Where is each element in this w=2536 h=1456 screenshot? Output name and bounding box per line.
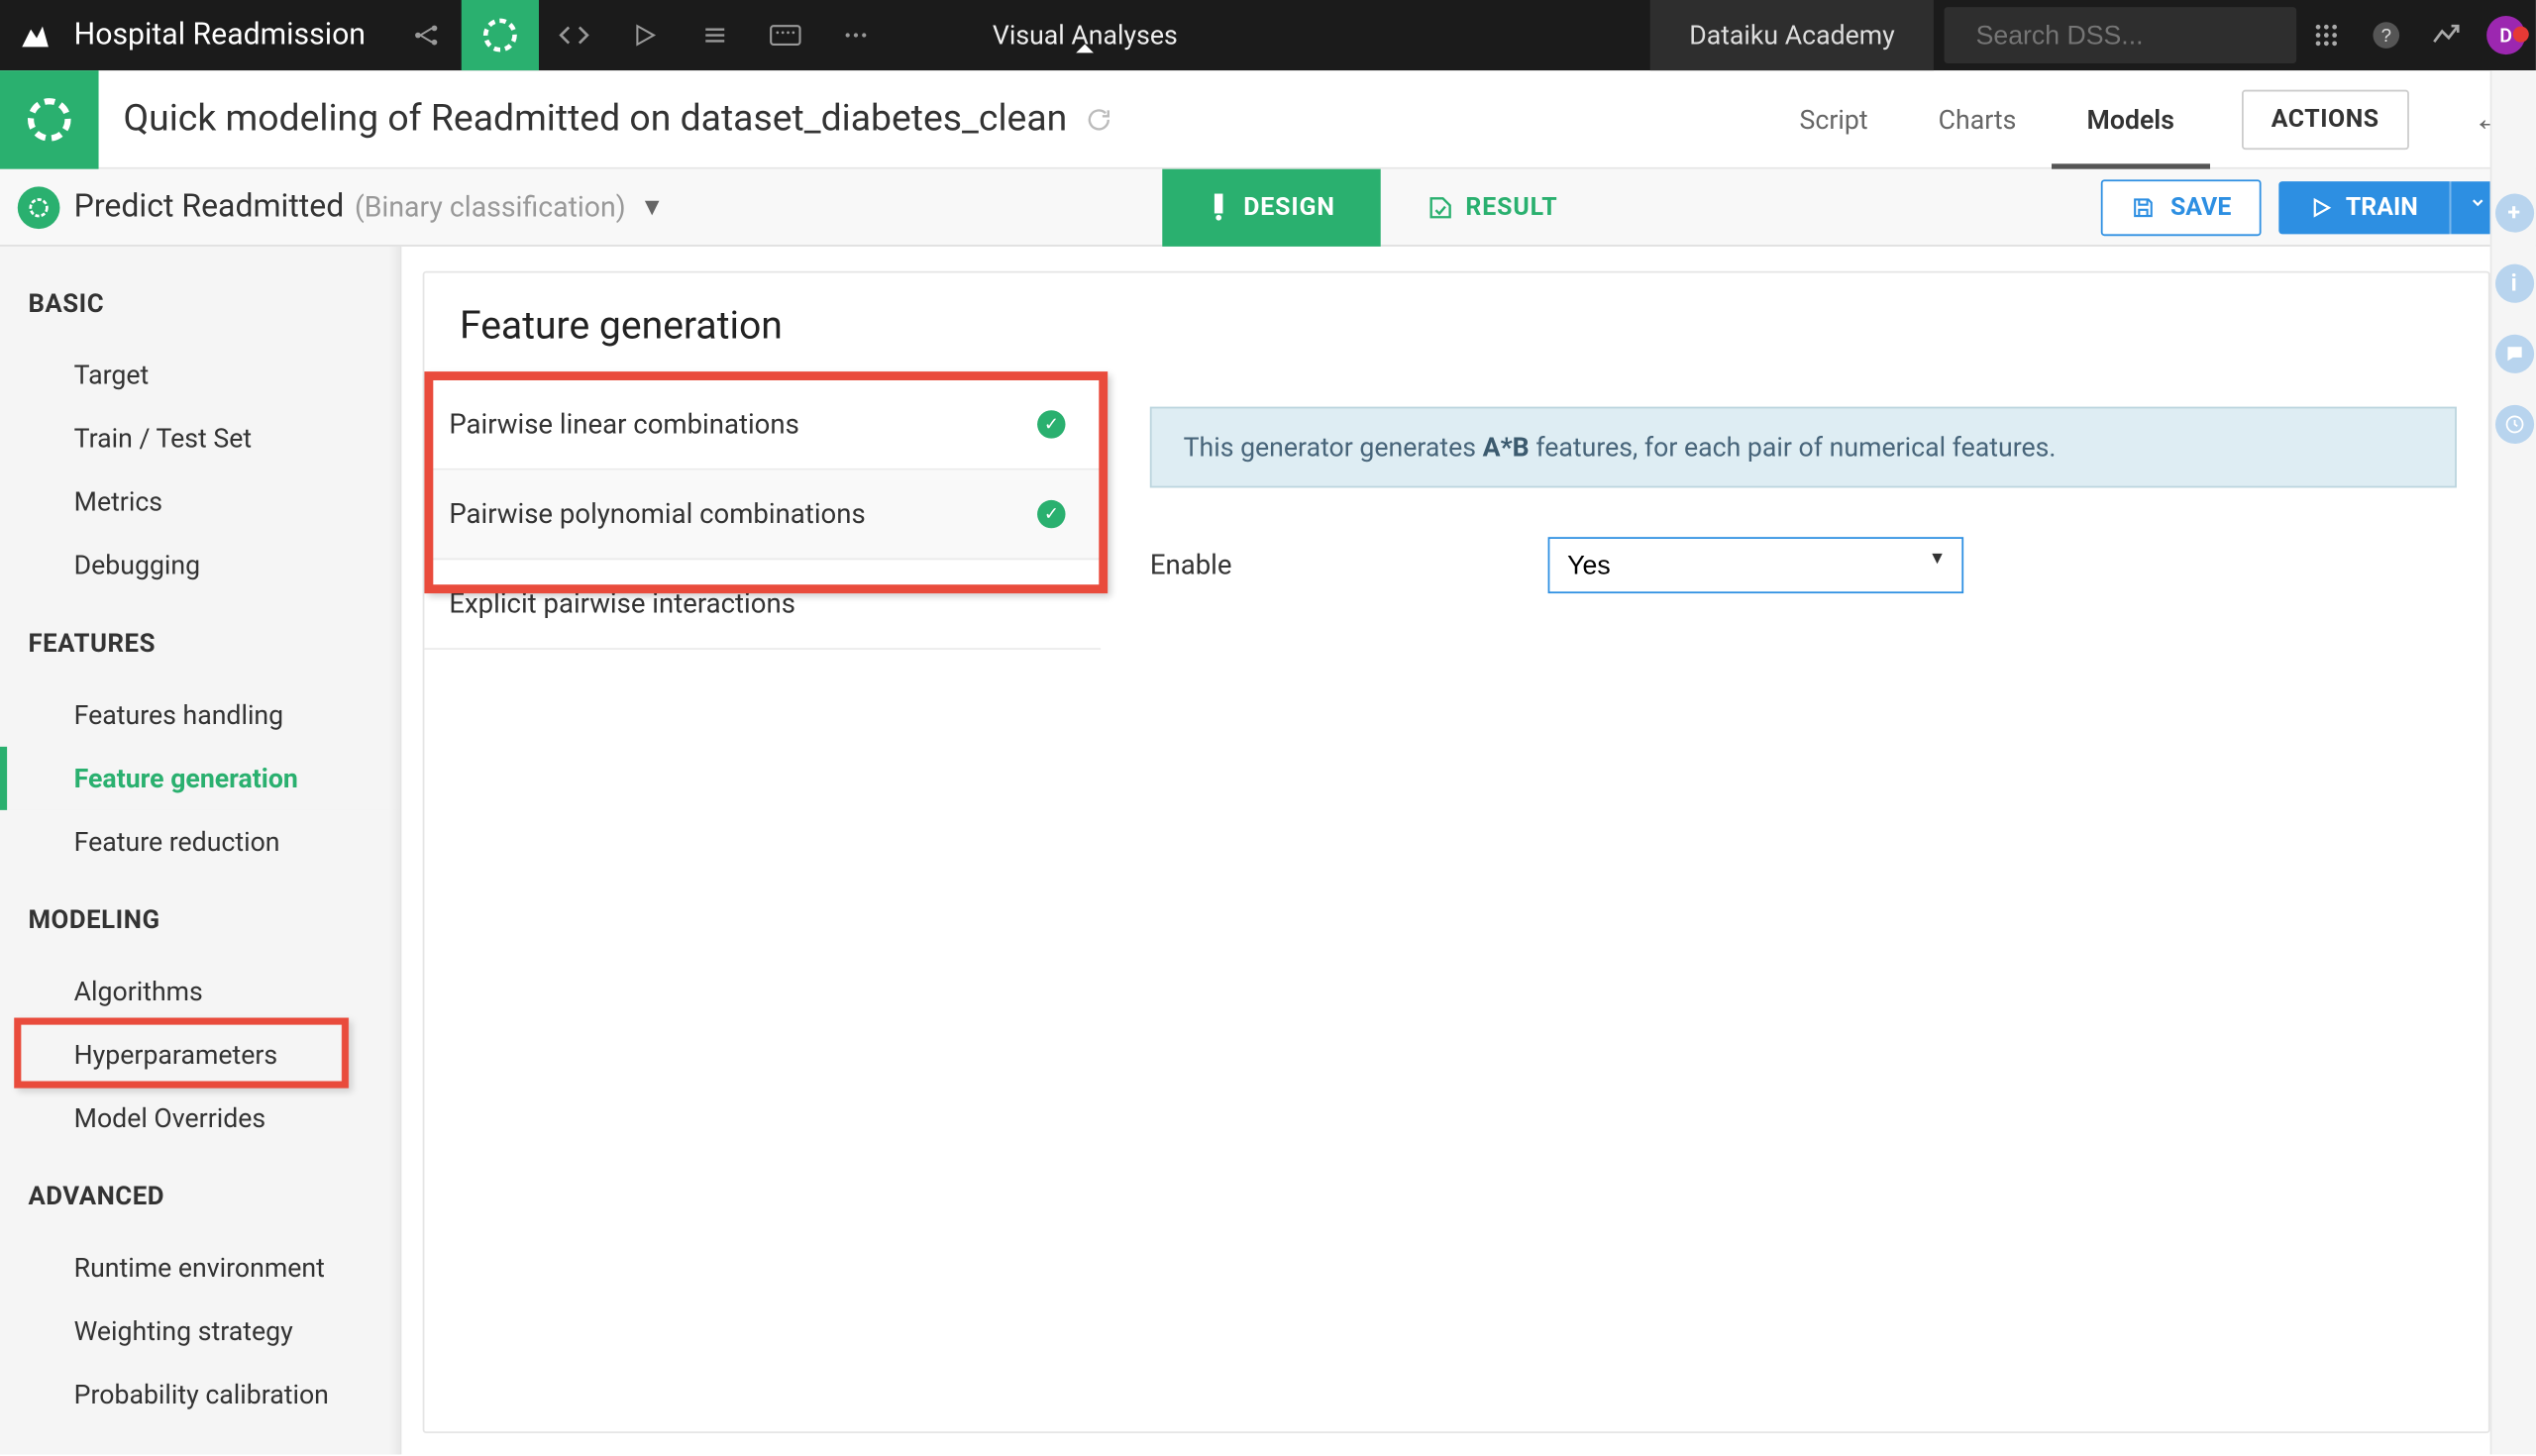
predict-icon (18, 186, 60, 229)
panel-title: Feature generation (424, 273, 2487, 380)
predict-caret-icon[interactable]: ▼ (640, 192, 665, 222)
sidebar-item-runtime-env[interactable]: Runtime environment (0, 1236, 400, 1300)
generator-poly-label: Pairwise polynomial combinations (449, 498, 865, 530)
academy-link[interactable]: Dataiku Academy (1650, 0, 1934, 70)
panel: Feature generation Pairwise linear combi… (423, 271, 2490, 1433)
actions-button[interactable]: ACTIONS (2242, 89, 2409, 149)
info-bold: A*B (1483, 432, 1530, 464)
topbar: Hospital Readmission Visual Analyses Dat… (0, 0, 2536, 70)
train-label: TRAIN (2346, 193, 2418, 221)
sidebar-item-metrics[interactable]: Metrics (0, 470, 400, 534)
info-post: features, for each pair of numerical fea… (1530, 432, 2057, 464)
enable-select[interactable]: Yes (1548, 537, 1964, 593)
tab-models[interactable]: Models (2052, 69, 2210, 168)
generator-list: Pairwise linear combinations ✓ Pairwise … (424, 380, 1101, 650)
info-pre: This generator generates (1184, 432, 1483, 464)
svg-text:?: ? (2381, 25, 2391, 46)
search-input[interactable] (1976, 20, 2327, 50)
generator-linear-label: Pairwise linear combinations (449, 408, 799, 440)
train-button[interactable]: TRAIN (2278, 180, 2449, 233)
sidebar-section-modeling: MODELING (0, 905, 400, 960)
notification-dot-icon (2513, 27, 2529, 43)
generator-explicit-label: Explicit pairwise interactions (449, 588, 795, 620)
enable-label: Enable (1150, 550, 1548, 581)
generator-linear[interactable]: Pairwise linear combinations ✓ (424, 380, 1101, 470)
rail-chat-icon[interactable] (2494, 335, 2533, 373)
subbar: Predict Readmitted (Binary classificatio… (0, 169, 2536, 247)
content: Feature generation Pairwise linear combi… (401, 247, 2489, 1455)
sidebar-item-weighting[interactable]: Weighting strategy (0, 1300, 400, 1363)
search-box[interactable] (1945, 7, 2297, 63)
page-title: Quick modeling of Readmitted on dataset_… (99, 98, 1068, 141)
rail-info-icon[interactable]: i (2494, 264, 2533, 303)
project-name[interactable]: Hospital Readmission (70, 18, 390, 53)
sidebar: BASIC Target Train / Test Set Metrics De… (0, 247, 401, 1455)
save-label: SAVE (2170, 193, 2231, 221)
sidebar-item-model-overrides[interactable]: Model Overrides (0, 1087, 400, 1150)
titlebar: Quick modeling of Readmitted on dataset_… (0, 70, 2536, 169)
sidebar-item-train-test[interactable]: Train / Test Set (0, 407, 400, 470)
recipe-icon[interactable] (461, 0, 538, 70)
flow-icon[interactable] (390, 0, 461, 70)
rail-add-icon[interactable]: + (2494, 194, 2533, 233)
more-icon[interactable] (820, 0, 891, 70)
sidebar-section-advanced: ADVANCED (0, 1182, 400, 1236)
sidebar-section-features: FEATURES (0, 629, 400, 683)
generator-detail: This generator generates A*B features, f… (1150, 407, 2457, 593)
tab-script[interactable]: Script (1764, 69, 1903, 168)
right-rail: + i (2490, 70, 2536, 1454)
refresh-icon[interactable] (1085, 105, 1112, 133)
rail-clock-icon[interactable] (2494, 405, 2533, 444)
generator-explicit[interactable]: Explicit pairwise interactions (424, 560, 1101, 650)
check-icon: ✓ (1037, 410, 1065, 438)
predict-subtitle: (Binary classification) (355, 190, 626, 224)
predict-title: Predict Readmitted (74, 188, 345, 225)
code-icon[interactable] (538, 0, 608, 70)
play-icon[interactable] (608, 0, 679, 70)
generator-poly[interactable]: Pairwise polynomial combinations ✓ (424, 470, 1101, 561)
design-label: DESIGN (1243, 193, 1335, 221)
sidebar-item-debugging[interactable]: Debugging (0, 534, 400, 597)
sidebar-item-feature-generation[interactable]: Feature generation (0, 747, 400, 810)
tab-visual-analyses[interactable]: Visual Analyses (940, 20, 1231, 52)
analysis-logo-icon[interactable] (0, 69, 99, 168)
sidebar-item-feature-reduction[interactable]: Feature reduction (0, 810, 400, 874)
sidebar-item-target[interactable]: Target (0, 344, 400, 407)
check-icon: ✓ (1037, 500, 1065, 528)
keyboard-icon[interactable] (750, 0, 820, 70)
sidebar-item-algorithms[interactable]: Algorithms (0, 960, 400, 1023)
save-button[interactable]: SAVE (2102, 178, 2262, 235)
sidebar-item-probability-calibration[interactable]: Probability calibration (0, 1363, 400, 1426)
stack-icon[interactable] (679, 0, 749, 70)
user-avatar[interactable]: D (2476, 16, 2535, 54)
tab-charts[interactable]: Charts (1903, 69, 2052, 168)
activity-icon[interactable] (2416, 20, 2476, 52)
sidebar-item-features-handling[interactable]: Features handling (0, 683, 400, 747)
info-banner: This generator generates A*B features, f… (1150, 407, 2457, 488)
sidebar-section-basic: BASIC (0, 289, 400, 344)
sidebar-item-hyperparameters[interactable]: Hyperparameters (0, 1023, 400, 1087)
help-icon[interactable]: ? (2357, 20, 2416, 52)
result-button[interactable]: RESULT (1381, 193, 1604, 221)
design-button[interactable]: DESIGN (1162, 168, 1381, 246)
dataiku-logo-icon[interactable] (0, 18, 70, 53)
apps-icon[interactable] (2296, 21, 2356, 49)
result-label: RESULT (1465, 193, 1557, 221)
